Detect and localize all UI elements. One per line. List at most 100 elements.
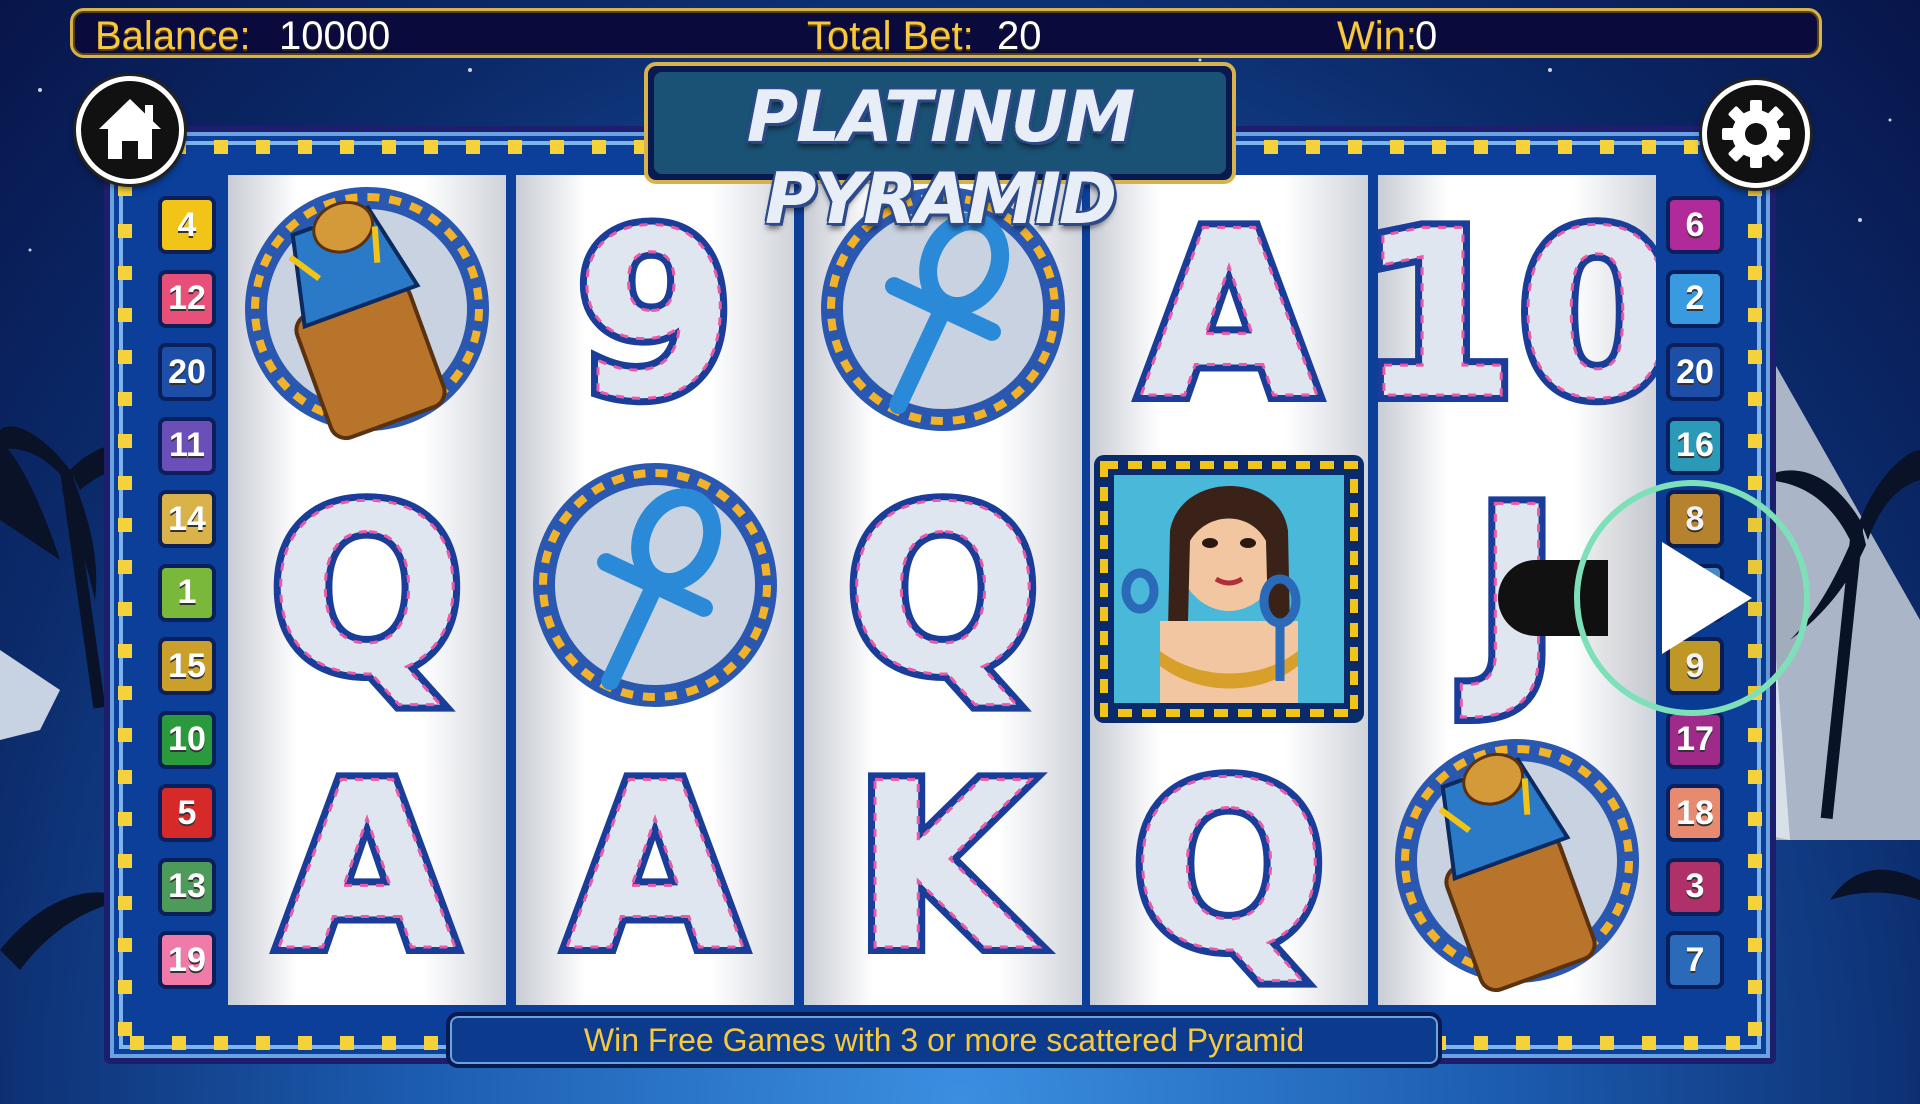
marquee-light bbox=[592, 140, 606, 154]
total-bet-label: Total Bet: bbox=[807, 14, 974, 58]
symbol-a: A A bbox=[228, 727, 506, 1003]
payline-indicator: 3 bbox=[1666, 857, 1724, 916]
marquee-light bbox=[1748, 266, 1762, 280]
symbol-q: Q Q bbox=[1090, 727, 1368, 1003]
marquee-light bbox=[1516, 140, 1530, 154]
ankh-symbol bbox=[516, 451, 794, 727]
payline-indicator: 6 bbox=[1666, 196, 1724, 254]
marquee-light bbox=[118, 392, 132, 406]
marquee-light bbox=[298, 1036, 312, 1050]
marquee-light bbox=[1390, 140, 1404, 154]
marquee-light bbox=[1748, 350, 1762, 364]
top-info-bar: Balance: 10000 Total Bet: 20 Win: 0 bbox=[70, 8, 1822, 58]
svg-text:Q: Q bbox=[845, 459, 1041, 726]
symbol-a: A A bbox=[516, 727, 794, 1003]
payline-indicator: 16 bbox=[1666, 416, 1724, 475]
settings-button[interactable] bbox=[1702, 80, 1810, 188]
play-icon bbox=[1662, 542, 1752, 654]
marquee-light bbox=[1642, 1036, 1656, 1050]
marquee-light bbox=[118, 476, 132, 490]
marquee-light bbox=[118, 728, 132, 742]
marquee-light bbox=[1748, 728, 1762, 742]
svg-text:A: A bbox=[278, 735, 456, 1002]
marquee-light bbox=[118, 434, 132, 448]
marquee-light bbox=[1748, 434, 1762, 448]
balance-value: 10000 bbox=[279, 14, 391, 58]
marquee-light bbox=[118, 854, 132, 868]
marquee-light bbox=[118, 896, 132, 910]
payline-indicator: 5 bbox=[158, 784, 216, 842]
marquee-light bbox=[1600, 140, 1614, 154]
marquee-light bbox=[1748, 392, 1762, 406]
marquee-light bbox=[118, 350, 132, 364]
info-message: Win Free Games with 3 or more scattered … bbox=[583, 1022, 1305, 1058]
marquee-light bbox=[1558, 1036, 1572, 1050]
marquee-light bbox=[1264, 140, 1278, 154]
marquee-light bbox=[256, 1036, 270, 1050]
symbol-q: Q Q bbox=[228, 451, 506, 727]
marquee-light bbox=[118, 770, 132, 784]
symbol-q: Q Q bbox=[804, 451, 1082, 727]
marquee-light bbox=[1474, 1036, 1488, 1050]
payline-indicator: 7 bbox=[1666, 931, 1724, 989]
marquee-light bbox=[1748, 1022, 1762, 1036]
marquee-light bbox=[1558, 140, 1572, 154]
game-title: PLATINUM PYRAMID bbox=[746, 76, 1135, 240]
payline-indicator: 4 bbox=[158, 196, 216, 254]
marquee-light bbox=[382, 140, 396, 154]
marquee-light bbox=[130, 1036, 144, 1050]
marquee-light bbox=[172, 1036, 186, 1050]
marquee-light bbox=[214, 1036, 228, 1050]
payline-indicator: 20 bbox=[1666, 343, 1724, 401]
marquee-light bbox=[1474, 140, 1488, 154]
payline-indicator: 13 bbox=[158, 857, 216, 916]
reel-1: Q Q A A bbox=[228, 175, 506, 1005]
symbol-10: 10 10 bbox=[1378, 175, 1656, 451]
marquee-light bbox=[1748, 938, 1762, 952]
marquee-light bbox=[1516, 1036, 1530, 1050]
payline-indicator: 19 bbox=[158, 931, 216, 989]
marquee-light bbox=[340, 140, 354, 154]
marquee-light bbox=[118, 602, 132, 616]
gear-icon bbox=[1722, 100, 1790, 168]
svg-text:10: 10 bbox=[1378, 183, 1656, 450]
canopic-jar-symbol bbox=[1378, 727, 1656, 1003]
payline-indicator: 18 bbox=[1666, 784, 1724, 842]
marquee-light bbox=[1748, 980, 1762, 994]
marquee-light bbox=[1748, 770, 1762, 784]
marquee-light bbox=[1600, 1036, 1614, 1050]
marquee-light bbox=[1748, 224, 1762, 238]
payline-indicator: 2 bbox=[1666, 269, 1724, 328]
canopic-jar-symbol bbox=[228, 175, 506, 451]
marquee-light bbox=[118, 644, 132, 658]
marquee-light bbox=[118, 686, 132, 700]
marquee-light bbox=[1642, 140, 1656, 154]
marquee-light bbox=[1748, 854, 1762, 868]
game-title-logo: PLATINUM PYRAMID bbox=[640, 58, 1240, 240]
marquee-light bbox=[256, 140, 270, 154]
marquee-light bbox=[1748, 896, 1762, 910]
payline-indicator: 15 bbox=[158, 637, 216, 695]
home-button[interactable] bbox=[76, 76, 184, 184]
marquee-light bbox=[118, 224, 132, 238]
payline-indicator: 11 bbox=[158, 416, 216, 475]
win-value: 0 bbox=[1415, 14, 1438, 58]
marquee-light bbox=[340, 1036, 354, 1050]
marquee-light bbox=[1748, 812, 1762, 826]
payline-indicator: 20 bbox=[158, 343, 216, 401]
marquee-light bbox=[118, 266, 132, 280]
marquee-light bbox=[1684, 1036, 1698, 1050]
marquee-light bbox=[118, 518, 132, 532]
reel-2: 9 9 A A bbox=[516, 175, 794, 1005]
marquee-light bbox=[118, 938, 132, 952]
marquee-light bbox=[508, 140, 522, 154]
spin-button[interactable] bbox=[1574, 480, 1810, 716]
marquee-light bbox=[550, 140, 564, 154]
home-icon bbox=[99, 99, 161, 159]
marquee-light bbox=[118, 812, 132, 826]
marquee-light bbox=[118, 1022, 132, 1036]
marquee-light bbox=[118, 308, 132, 322]
marquee-light bbox=[118, 560, 132, 574]
reel-4: A A Q Q bbox=[1090, 175, 1368, 1005]
marquee-light bbox=[1306, 140, 1320, 154]
